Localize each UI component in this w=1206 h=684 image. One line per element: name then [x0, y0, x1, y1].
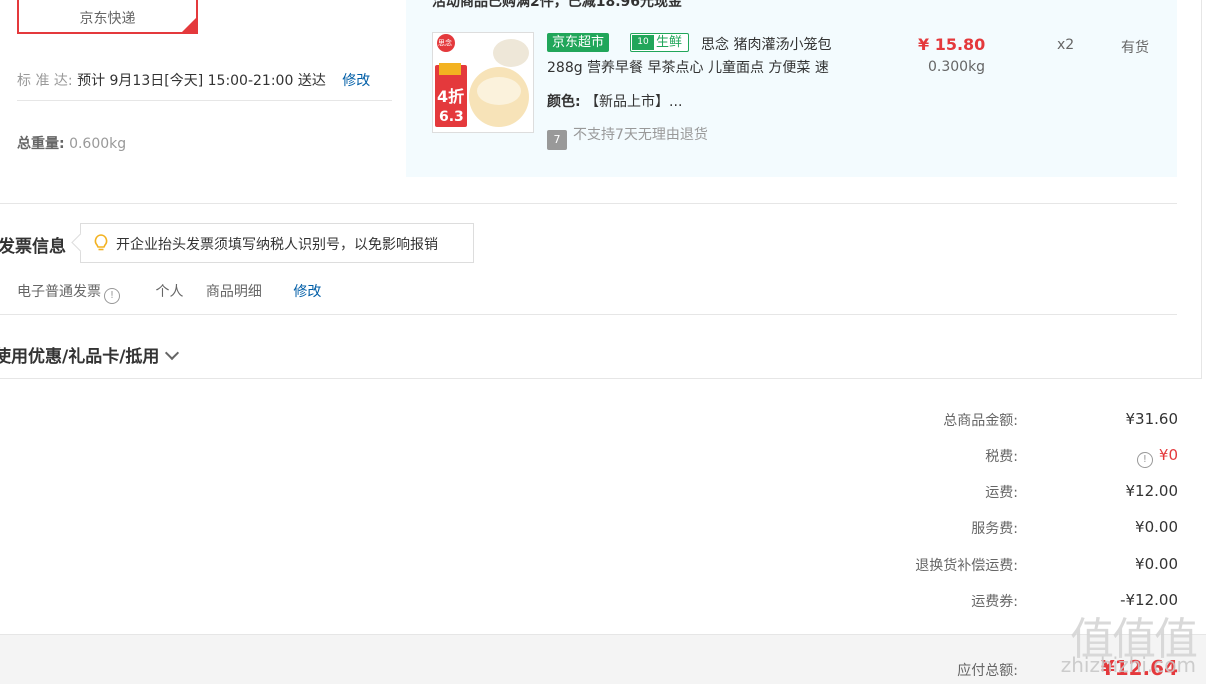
divider	[0, 314, 1177, 315]
shipping-method-label: 京东快递	[79, 11, 136, 27]
summary-value-return-freight: ¥0.00	[1135, 555, 1178, 573]
summary-label-tax: 税费:	[985, 449, 1018, 465]
total-weight: 总重量: 0.600kg	[17, 133, 126, 153]
promo-text: 活动商品已购满2件，已减18.96元现金	[432, 0, 683, 10]
total-weight-label: 总重量:	[17, 136, 65, 152]
chevron-down-icon	[165, 345, 180, 361]
product-color: 颜色: 【新品上市】...	[547, 91, 682, 111]
divider	[0, 203, 1177, 204]
color-label: 颜色:	[547, 94, 581, 110]
summary-value-tax: ¥0	[1158, 446, 1178, 464]
thumb-discount: 4折	[437, 87, 465, 106]
total-weight-value: 0.600kg	[69, 136, 127, 152]
invoice-holder: 个人	[155, 284, 184, 300]
info-icon[interactable]: !	[104, 288, 120, 304]
invoice-tip: 开企业抬头发票须填写纳税人识别号，以免影响报销	[80, 223, 474, 263]
jd-supermarket-badge: 京东超市	[547, 33, 610, 52]
invoice-content: 商品明细	[205, 284, 262, 300]
info-icon[interactable]: !	[1136, 452, 1153, 468]
divider	[17, 100, 392, 101]
divider	[0, 378, 1202, 379]
divider	[1201, 0, 1202, 378]
coupon-toggle[interactable]: 使用优惠/礼品卡/抵用	[0, 342, 180, 367]
summary-label-freight: 运费:	[985, 485, 1018, 501]
fresh-badge: 10 生鲜	[630, 33, 689, 52]
invoice-type: 电子普通发票	[17, 284, 101, 300]
summary-value-tax-row: ! ¥0	[1136, 446, 1178, 468]
invoice-tip-text: 开企业抬头发票须填写纳税人识别号，以免影响报销	[116, 237, 438, 253]
shipping-method-option[interactable]: 京东快递	[17, 0, 198, 34]
quantity: x2	[1057, 37, 1075, 53]
payable-label: 应付总额:	[957, 663, 1018, 679]
color-value: 【新品上市】...	[585, 94, 683, 110]
summary-label-service: 服务费:	[971, 521, 1018, 537]
summary-label-freight-coupon: 运费券:	[971, 594, 1018, 610]
site-watermark: 值值值 zhizhizhi.com	[1056, 603, 1198, 681]
coupon-label: 使用优惠/礼品卡/抵用	[0, 347, 160, 367]
delivery-label: 标 准 达:	[17, 73, 73, 89]
delivery-time-row: 标 准 达: 预计 9月13日[今天] 15:00-21:00 送达 修改	[17, 70, 370, 90]
unit-price: ¥ 15.80	[918, 35, 986, 54]
invoice-row: 电子普通发票! 个人 商品明细 修改	[17, 281, 321, 304]
edit-delivery-link[interactable]: 修改	[342, 73, 370, 89]
lightbulb-icon	[94, 234, 108, 251]
unit-weight: 0.300kg	[928, 59, 986, 75]
thumb-brand: 思念	[438, 39, 452, 47]
summary-value-goods-total: ¥31.60	[1125, 410, 1179, 428]
selected-corner-icon	[182, 18, 196, 32]
invoice-section-title: 发票信息	[0, 237, 66, 257]
edit-invoice-link[interactable]: 修改	[293, 284, 321, 300]
product-title-line2[interactable]: 288g 营养早餐 早茶点心 儿童面点 方便菜 速	[547, 57, 829, 77]
stock-status: 有货	[1121, 40, 1149, 56]
summary-label-return-freight: 退换货补偿运费:	[915, 558, 1018, 574]
product-thumbnail[interactable]: 思念 4折 6.3	[432, 32, 534, 133]
product-title-line1[interactable]: 思念 猪肉灌汤小笼包	[701, 34, 831, 54]
thumb-price: 6.3	[439, 109, 464, 125]
summary-label-goods-total: 总商品金额:	[943, 413, 1018, 429]
watermark-domain: zhizhizhi.com	[1060, 653, 1196, 677]
delivery-time-value: 预计 9月13日[今天] 15:00-21:00 送达	[77, 73, 326, 89]
fresh-badge-label: 生鲜	[656, 35, 683, 50]
seven-day-icon: 7	[547, 130, 567, 150]
payable-bar	[0, 634, 1206, 684]
no-return-text: 不支持7天无理由退货	[573, 127, 708, 143]
fresh-icon: 10	[632, 35, 654, 50]
summary-value-service: ¥0.00	[1135, 518, 1178, 536]
summary-value-freight: ¥12.00	[1125, 482, 1179, 500]
no-return-notice: 7 不支持7天无理由退货	[547, 124, 708, 150]
